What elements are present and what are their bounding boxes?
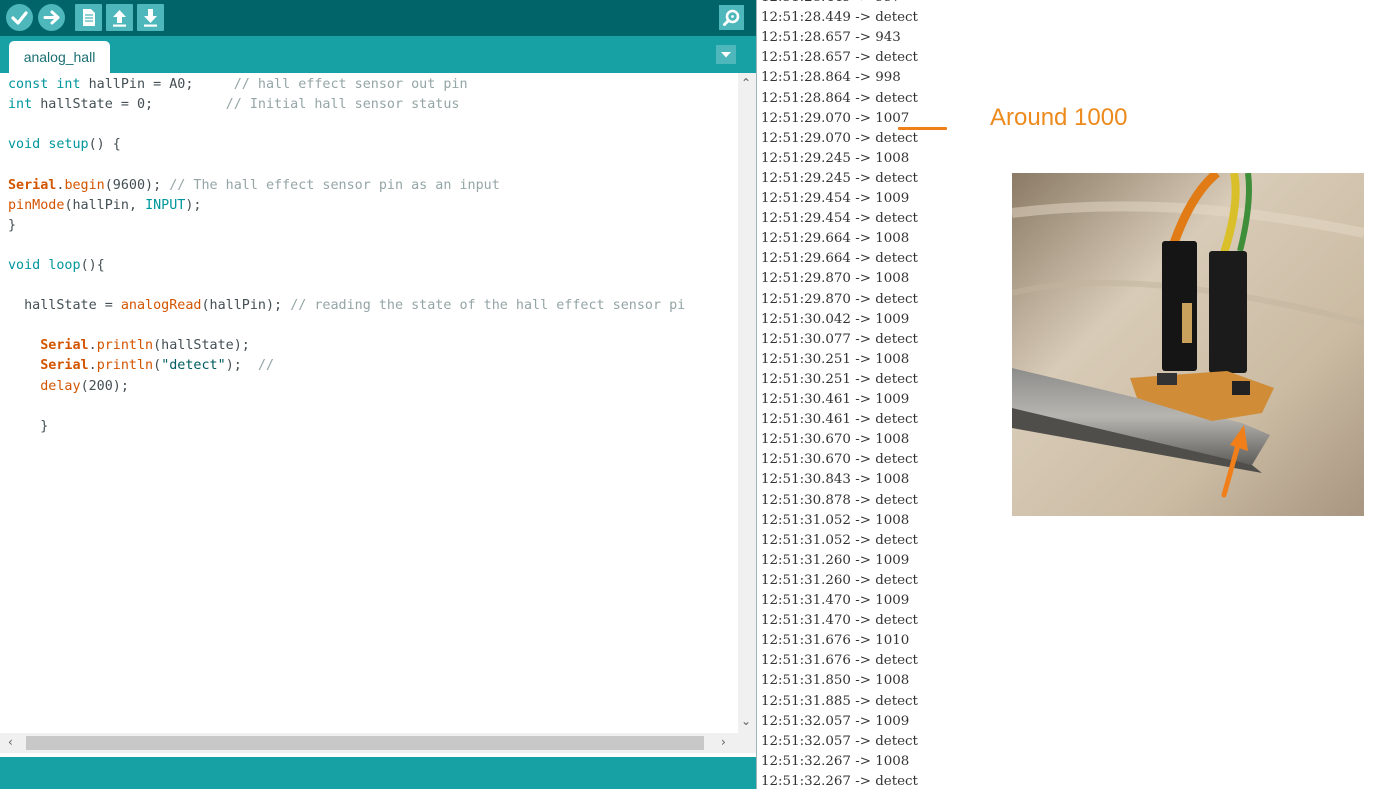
code-line: hallState = analogRead(hallPin); // read… [8,298,686,314]
serial-line: 12:51:31.052 -> detect [761,532,918,548]
code-line: Serial.begin(9600); // The hall effect s… [8,177,500,193]
new-sketch-button[interactable] [75,4,102,31]
serial-line: 12:51:28.657 -> detect [761,50,918,66]
scrollbar-thumb[interactable] [26,736,704,750]
scroll-right-icon[interactable]: › [721,735,726,749]
serial-line: 12:51:29.070 -> 1007 [761,110,910,126]
code-line: void loop(){ [8,257,105,273]
serial-line: 12:51:31.260 -> 1009 [761,552,910,568]
serial-line: 12:51:30.843 -> 1008 [761,472,910,488]
serial-line: 12:51:28.657 -> 943 [761,30,901,46]
serial-line: 12:51:29.454 -> detect [761,211,918,227]
code-line: void setup() { [8,137,121,153]
serial-line: 12:51:28.864 -> 998 [761,70,901,86]
code-line: int hallState = 0; // Initial hall senso… [8,97,460,113]
code-line: } [8,217,17,233]
scroll-down-icon[interactable]: ⌄ [741,714,751,728]
code-line: Serial.println("detect"); // [40,358,275,374]
tab-menu-button[interactable] [716,45,736,64]
code-line: } [8,418,49,434]
open-button[interactable] [106,4,133,31]
code-line: delay(200); [40,378,129,394]
tab-analog-hall[interactable]: analog_hall [9,41,110,73]
serial-line: 12:51:29.245 -> 1008 [761,150,910,166]
serial-line: 12:51:32.267 -> detect [761,773,918,789]
vertical-scrollbar[interactable]: ⌃ ⌄ [738,73,756,733]
serial-line: 12:51:32.057 -> detect [761,733,918,749]
serial-line: 12:51:32.267 -> 1008 [761,753,910,769]
serial-line: 12:51:29.664 -> 1008 [761,231,910,247]
code-editor[interactable]: const int hallPin = A0; // hall effect s… [0,73,738,733]
annotation-text: Around 1000 [990,104,1128,131]
code-line: pinMode(hallPin, INPUT); [8,197,202,213]
serial-line: 12:51:30.670 -> 1008 [761,432,910,448]
new-file-icon [83,9,95,26]
horizontal-scrollbar[interactable]: ‹ › [0,733,756,753]
serial-line: 12:51:30.670 -> detect [761,452,918,468]
serial-line: 12:51:31.885 -> detect [761,693,918,709]
arduino-ide-window: analog_hall const int hallPin = A0; // h… [0,0,757,789]
serial-line: 12:51:28.864 -> detect [761,90,918,106]
arrow-up-icon [113,10,126,27]
check-icon [11,11,28,25]
save-button[interactable] [137,4,164,31]
serial-line: 12:51:31.470 -> 1009 [761,593,910,608]
upload-button[interactable] [38,4,65,31]
scroll-left-icon[interactable]: ‹ [8,735,13,749]
serial-line: 12:51:29.245 -> detect [761,170,918,186]
hall-effect-sensor-photo [1012,173,1364,516]
magnifier-icon [723,9,740,26]
scroll-up-icon[interactable]: ⌃ [741,76,751,90]
serial-line: 12:51:29.870 -> 1008 [761,271,910,287]
status-bar [0,757,756,789]
serial-line: 12:51:30.042 -> 1009 [761,311,910,327]
serial-line: 12:51:30.251 -> 1008 [761,351,910,367]
serial-line: 12:51:31.676 -> 1010 [761,633,910,649]
serial-line: 12:51:28.449 -> 997 [761,0,901,8]
serial-line: 12:51:30.461 -> detect [761,412,918,428]
serial-line: 12:51:30.461 -> 1009 [761,392,910,407]
code-line: Serial.println(hallState); [40,338,250,354]
serial-line: 12:51:28.449 -> detect [761,10,918,26]
toolbar [0,0,756,36]
serial-line: 12:51:29.870 -> detect [761,291,918,307]
serial-line: 12:51:31.260 -> detect [761,572,918,588]
serial-monitor-button[interactable] [719,5,744,30]
highlight-underline [898,127,947,130]
serial-line: 12:51:31.470 -> detect [761,613,918,629]
arrow-right-icon [43,10,60,25]
tab-bar: analog_hall [0,36,756,73]
serial-line: 12:51:31.052 -> 1008 [761,512,910,528]
serial-line: 12:51:29.454 -> 1009 [761,191,910,206]
chevron-down-icon [721,52,731,58]
arrow-down-icon [144,9,157,27]
serial-monitor-output: 12:51:28.449 -> 997 12:51:28.449 -> detec… [758,0,1018,789]
serial-line: 12:51:31.676 -> detect [761,653,918,669]
serial-line: 12:51:30.077 -> detect [761,331,918,347]
code-line: const int hallPin = A0; // hall effect s… [8,77,468,92]
serial-line: 12:51:29.664 -> detect [761,251,918,267]
serial-line: 12:51:30.878 -> detect [761,492,918,508]
serial-line: 12:51:29.070 -> detect [761,130,918,146]
serial-line: 12:51:30.251 -> detect [761,371,918,387]
verify-button[interactable] [6,4,33,31]
serial-line: 12:51:31.850 -> 1008 [761,673,910,689]
serial-line: 12:51:32.057 -> 1009 [761,713,910,729]
